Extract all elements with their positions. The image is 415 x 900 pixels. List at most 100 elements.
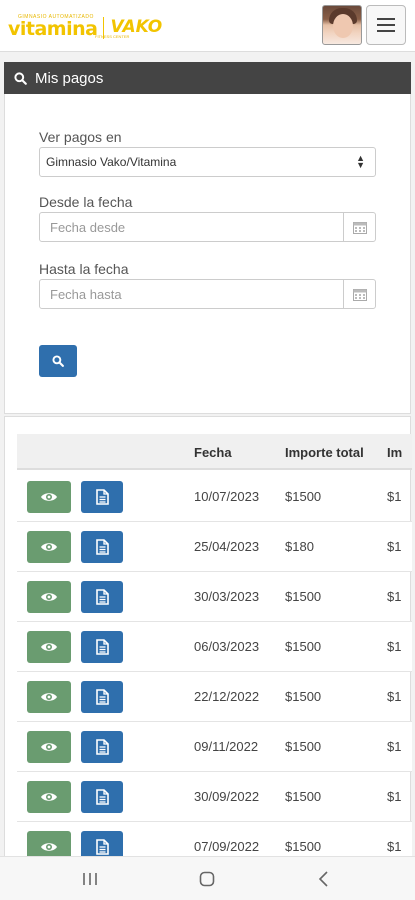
eye-icon (41, 793, 57, 801)
user-avatar[interactable] (322, 5, 362, 45)
hamburger-menu-icon-line (377, 24, 395, 26)
table-row: 22/12/2022 $1500 $1 (17, 672, 412, 722)
to-date-label: Hasta la fecha (39, 261, 129, 277)
table-row: 06/03/2023 $1500 $1 (17, 622, 412, 672)
eye-icon (41, 593, 57, 601)
gym-label: Ver pagos en (39, 129, 122, 145)
top-navbar: GIMNASIO AUTOMATIZADO vitamina VAKO FITN… (0, 0, 415, 52)
document-icon (95, 489, 109, 505)
payment-receipt-button[interactable] (81, 531, 123, 563)
logo-vako-subtitle: FITNESS CENTER (95, 34, 130, 39)
column-header-importe-total[interactable]: Importe total (285, 445, 364, 460)
hamburger-menu-icon-line (377, 30, 395, 32)
payment-receipt-button[interactable] (81, 631, 123, 663)
gym-select-value: Gimnasio Vako/Vitamina (46, 155, 177, 169)
payments-table-panel: Fecha Importe total Im 10/07/2023 $1500 $1… (4, 416, 412, 872)
select-caret-icon: ▲ ▼ (356, 153, 365, 170)
payment-receipt-button[interactable] (81, 731, 123, 763)
gym-select[interactable]: Gimnasio Vako/Vitamina ▲ ▼ (39, 147, 376, 177)
back-button[interactable] (304, 865, 344, 893)
document-icon (95, 789, 109, 805)
from-date-input[interactable]: Fecha desde (39, 212, 376, 242)
cell-fecha: 10/07/2023 (194, 489, 260, 504)
search-icon (52, 355, 64, 367)
view-payment-button[interactable] (27, 581, 71, 613)
cell-fecha: 09/11/2022 (194, 739, 259, 754)
back-icon (318, 871, 328, 887)
table-header: Fecha Importe total Im (17, 434, 412, 470)
recent-apps-button[interactable] (70, 865, 110, 893)
search-icon (14, 71, 27, 85)
document-icon (95, 639, 109, 655)
column-header-fecha[interactable]: Fecha (194, 445, 232, 460)
table-row: 09/11/2022 $1500 $1 (17, 722, 412, 772)
cell-importe-total: $1500 (285, 639, 322, 654)
cell-importe-total: $1500 (285, 739, 322, 754)
table-row: 30/03/2023 $1500 $1 (17, 572, 412, 622)
cell-truncated: $1 (387, 689, 402, 704)
view-payment-button[interactable] (27, 681, 71, 713)
calendar-icon[interactable] (343, 213, 375, 241)
logo-tagline: GIMNASIO AUTOMATIZADO (18, 14, 94, 20)
from-date-label: Desde la fecha (39, 194, 133, 210)
view-payment-button[interactable] (27, 481, 71, 513)
cell-fecha: 30/03/2023 (194, 589, 260, 604)
hamburger-menu-button[interactable] (366, 5, 406, 45)
cell-fecha: 30/09/2022 (194, 789, 260, 804)
logo-vitamina: vitamina (8, 18, 98, 40)
table-row: 25/04/2023 $180 $1 (17, 522, 412, 572)
cell-truncated: $1 (387, 489, 402, 504)
hamburger-menu-icon (377, 18, 395, 20)
view-payment-button[interactable] (27, 731, 71, 763)
home-button[interactable] (187, 865, 227, 893)
cell-truncated: $1 (387, 839, 402, 854)
brand-logo[interactable]: GIMNASIO AUTOMATIZADO vitamina VAKO FITN… (8, 12, 162, 40)
payment-receipt-button[interactable] (81, 581, 123, 613)
to-date-input[interactable]: Fecha hasta (39, 279, 376, 309)
eye-icon (41, 693, 57, 701)
document-icon (95, 589, 109, 605)
document-icon (95, 839, 109, 855)
filters-panel: Ver pagos en Gimnasio Vako/Vitamina ▲ ▼ D… (4, 94, 411, 414)
page-title: Mis pagos (35, 69, 104, 87)
view-payment-button[interactable] (27, 781, 71, 813)
cell-importe-total: $1500 (285, 489, 322, 504)
system-navigation-bar (0, 856, 415, 900)
search-button[interactable] (39, 345, 77, 377)
payment-receipt-button[interactable] (81, 681, 123, 713)
cell-truncated: $1 (387, 589, 402, 604)
document-icon (95, 539, 109, 555)
home-icon (199, 871, 215, 887)
cell-importe-total: $1500 (285, 689, 322, 704)
table-row: 30/09/2022 $1500 $1 (17, 772, 412, 822)
cell-fecha: 06/03/2023 (194, 639, 260, 654)
cell-fecha: 25/04/2023 (194, 539, 260, 554)
cell-truncated: $1 (387, 739, 402, 754)
avatar-face (333, 14, 353, 38)
table-row: 10/07/2023 $1500 $1 (17, 472, 412, 522)
eye-icon (41, 743, 57, 751)
cell-importe-total: $1500 (285, 839, 322, 854)
payment-receipt-button[interactable] (81, 481, 123, 513)
eye-icon (41, 643, 57, 651)
payment-receipt-button[interactable] (81, 781, 123, 813)
cell-importe-total: $1500 (285, 789, 322, 804)
view-payment-button[interactable] (27, 531, 71, 563)
cell-importe-total: $1500 (285, 589, 322, 604)
calendar-icon[interactable] (343, 280, 375, 308)
cell-importe-total: $180 (285, 539, 314, 554)
column-header-truncated[interactable]: Im (387, 445, 402, 460)
to-date-placeholder: Fecha hasta (50, 286, 122, 302)
cell-fecha: 07/09/2022 (194, 839, 260, 854)
cell-truncated: $1 (387, 639, 402, 654)
from-date-placeholder: Fecha desde (50, 219, 126, 235)
eye-icon (41, 843, 57, 851)
eye-icon (41, 543, 57, 551)
section-header: Mis pagos (4, 62, 411, 94)
cell-fecha: 22/12/2022 (194, 689, 260, 704)
cell-truncated: $1 (387, 539, 402, 554)
view-payment-button[interactable] (27, 631, 71, 663)
document-icon (95, 689, 109, 705)
eye-icon (41, 493, 57, 501)
recent-apps-icon (83, 873, 97, 885)
